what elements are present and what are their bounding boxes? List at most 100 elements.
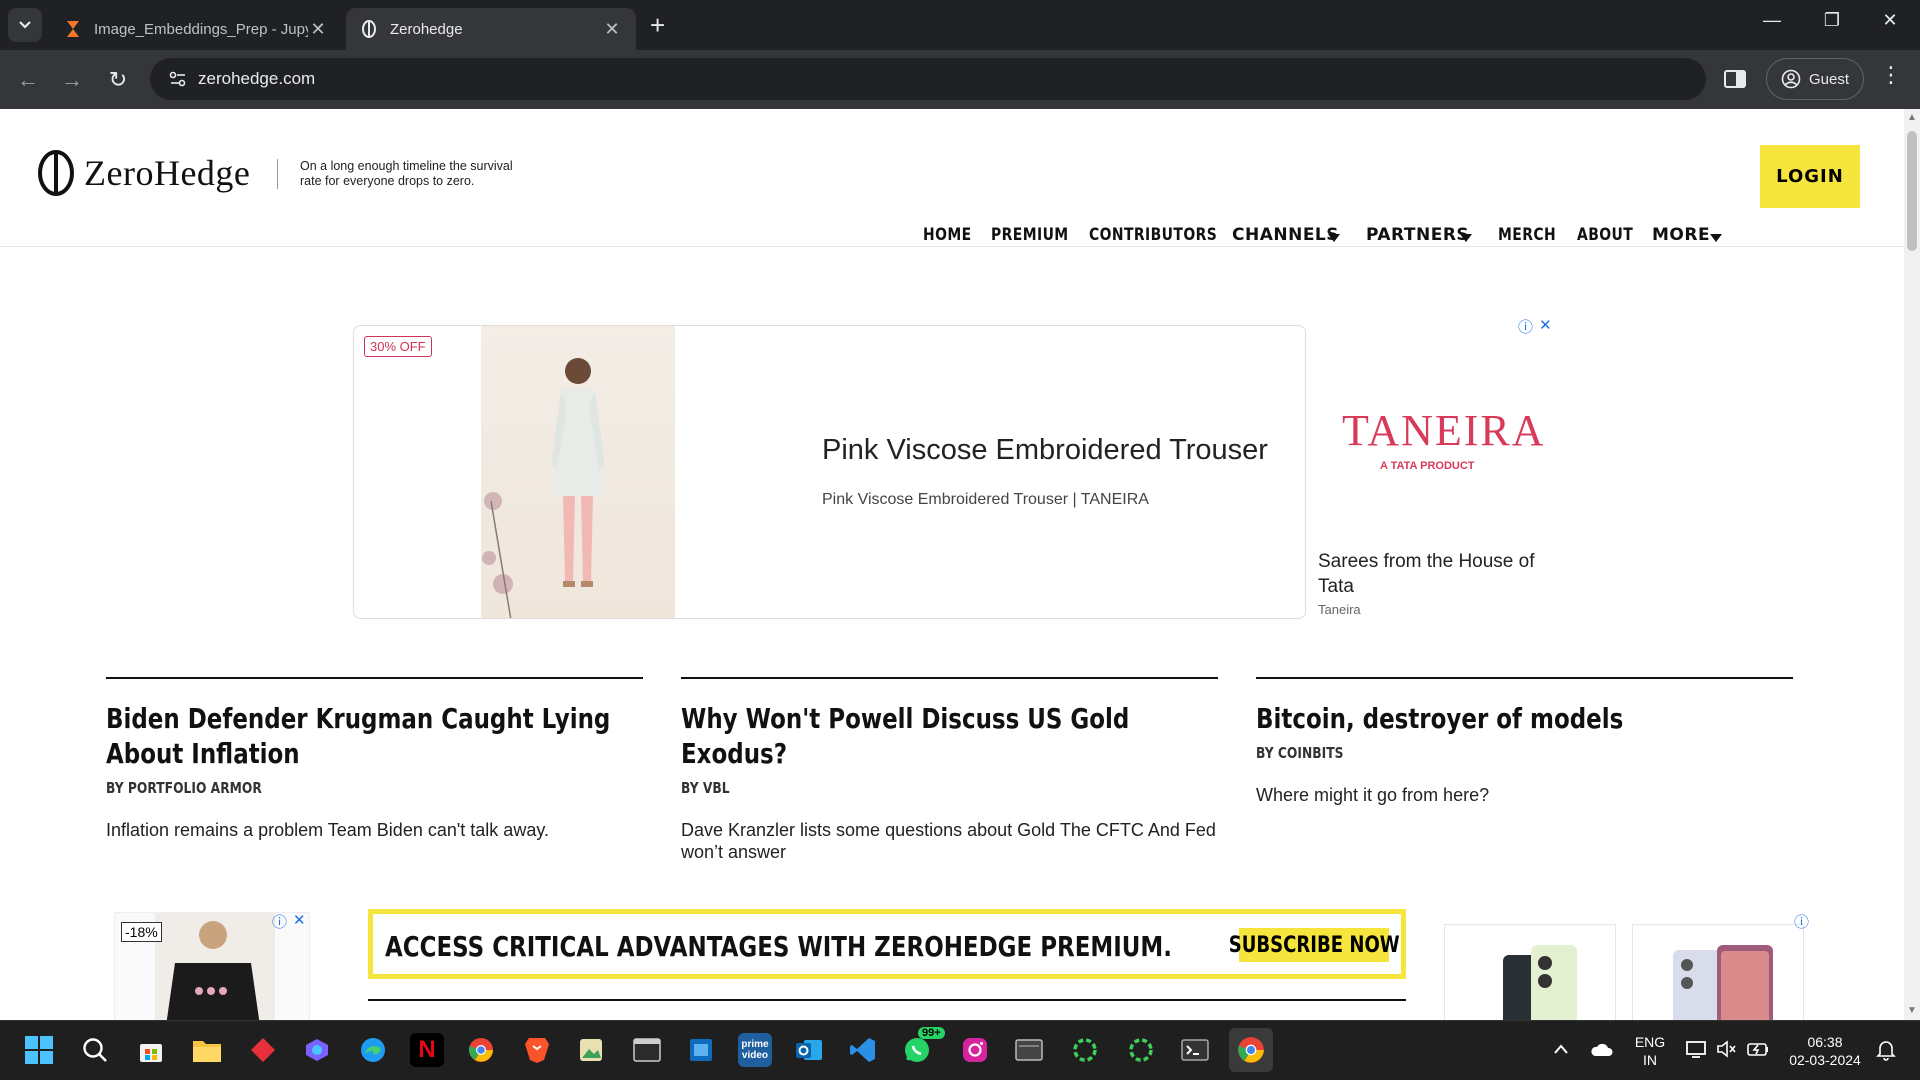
nav-channels-label: CHANNELS	[1232, 225, 1340, 245]
address-bar[interactable]: zerohedge.com	[150, 58, 1706, 100]
premium-promo-banner[interactable]: ACCESS CRITICAL ADVANTAGES WITH ZEROHEDG…	[368, 909, 1406, 979]
side-panel-icon[interactable]	[1722, 66, 1748, 92]
article-title[interactable]: Bitcoin, destroyer of models	[1256, 701, 1793, 736]
article-byline[interactable]: BY VBL	[681, 779, 1121, 797]
kebab-menu-icon[interactable]: ⋮	[1880, 62, 1902, 88]
page-scrollbar[interactable]: ▲ ▼	[1904, 109, 1920, 1020]
info-icon[interactable]: ⓘ	[1794, 911, 1809, 932]
blue-app-icon[interactable]	[684, 1033, 718, 1067]
back-arrow-icon[interactable]: ←	[10, 62, 46, 98]
terminal-icon[interactable]	[1178, 1033, 1212, 1067]
reload-icon[interactable]: ↻	[100, 62, 136, 98]
logo-text: ZeroHedge	[84, 153, 251, 193]
display-ad-banner[interactable]: 30% OFF Pink Viscose Embroidered Trouser…	[353, 325, 1306, 619]
tab-zerohedge[interactable]: Zerohedge ✕	[346, 8, 636, 50]
caret-down-icon	[1460, 234, 1472, 242]
window-app-icon[interactable]	[1012, 1033, 1046, 1067]
nav-partners[interactable]: PARTNERS	[1366, 225, 1472, 245]
ad-choices[interactable]: ⓘ	[1794, 911, 1809, 932]
scroll-up-icon[interactable]: ▲	[1907, 112, 1917, 123]
tab-title: Zerohedge	[390, 20, 463, 38]
file-explorer-icon[interactable]	[190, 1033, 224, 1067]
browser-toolbar: ← → ↻ zerohedge.com Guest ⋮	[0, 50, 1920, 109]
close-tab-icon[interactable]: ✕	[308, 19, 328, 40]
instagram-icon[interactable]	[958, 1033, 992, 1067]
site-tagline: On a long enough timeline the survival r…	[277, 159, 537, 189]
nav-home[interactable]: HOME	[923, 225, 972, 245]
whatsapp-icon[interactable]: 99+	[900, 1027, 945, 1067]
info-icon[interactable]: ⓘ	[272, 911, 287, 932]
ad-headline[interactable]: Pink Viscose Embroidered Trouser	[822, 434, 1268, 467]
tab-search-button[interactable]	[8, 8, 42, 42]
display-ad-phone[interactable]	[1444, 924, 1616, 1020]
article-title[interactable]: Biden Defender Krugman Caught Lying Abou…	[106, 701, 643, 771]
scroll-down-icon[interactable]: ▼	[1907, 1005, 1917, 1016]
edge-icon[interactable]	[356, 1033, 390, 1067]
display-ad-phone[interactable]	[1632, 924, 1804, 1020]
windows-start-icon[interactable]	[22, 1033, 56, 1067]
microsoft-store-icon[interactable]	[134, 1033, 168, 1067]
site-info-icon[interactable]	[158, 71, 198, 87]
close-tab-icon[interactable]: ✕	[602, 19, 622, 40]
subscribe-now-button[interactable]: SUBSCRIBE NOW	[1229, 928, 1399, 962]
clock-date: 02-03-2024	[1789, 1052, 1861, 1068]
article-card: Why Won't Powell Discuss US Gold Exodus?…	[681, 677, 1218, 863]
loading-circle-icon[interactable]	[1068, 1033, 1102, 1067]
forward-arrow-icon[interactable]: →	[54, 62, 90, 98]
chrome-active-icon[interactable]	[1229, 1028, 1273, 1072]
restore-icon[interactable]: ❐	[1812, 10, 1852, 31]
nav-merch[interactable]: MERCH	[1498, 225, 1556, 245]
article-teaser: Inflation remains a problem Team Biden c…	[106, 820, 549, 840]
close-window-icon[interactable]: ✕	[1870, 10, 1910, 31]
close-ad-icon[interactable]: ✕	[293, 911, 306, 932]
ad-choices[interactable]: ⓘ ✕	[272, 911, 306, 932]
volume-muted-icon[interactable]	[1716, 1039, 1738, 1064]
clock[interactable]: 06:38 02-03-2024	[1782, 1033, 1868, 1069]
nav-channels[interactable]: CHANNELS	[1232, 225, 1340, 245]
nav-about[interactable]: ABOUT	[1577, 225, 1633, 245]
vscode-icon[interactable]	[846, 1033, 880, 1067]
site-header: ZeroHedge On a long enough timeline the …	[0, 109, 1904, 247]
language-code: ENG	[1634, 1034, 1666, 1050]
copilot-icon[interactable]	[300, 1033, 334, 1067]
brave-icon[interactable]	[520, 1033, 554, 1067]
network-icon[interactable]	[1686, 1039, 1708, 1064]
ad-sidebar[interactable]: TANEIRA A TATA PRODUCT Sarees from the H…	[1318, 325, 1558, 619]
ad-brand-logo: TANEIRA	[1342, 406, 1546, 455]
nav-more[interactable]: MORE	[1652, 225, 1722, 245]
photos-app-icon[interactable]	[574, 1033, 608, 1067]
zerohedge-logo-icon	[38, 150, 74, 196]
profile-button[interactable]: Guest	[1766, 58, 1864, 100]
site-logo[interactable]: ZeroHedge	[36, 149, 250, 197]
ad-product-image	[1503, 945, 1577, 1020]
new-tab-button[interactable]: +	[650, 10, 665, 40]
chevron-up-icon[interactable]	[1552, 1039, 1570, 1060]
nav-contributors[interactable]: CONTRIBUTORS	[1089, 225, 1217, 245]
tab-jupyter[interactable]: Image_Embeddings_Prep - Jupy ✕	[50, 8, 342, 50]
outlook-icon[interactable]	[792, 1033, 826, 1067]
minimize-icon[interactable]: —	[1752, 10, 1792, 31]
prime-video-icon[interactable]: prime video	[738, 1033, 772, 1067]
onedrive-cloud-icon[interactable]	[1589, 1041, 1613, 1062]
search-icon[interactable]	[78, 1033, 112, 1067]
login-button[interactable]: LOGIN	[1760, 145, 1860, 208]
chevron-down-icon	[19, 21, 31, 29]
region-code: IN	[1643, 1052, 1657, 1068]
article-teaser: Dave Kranzler lists some questions about…	[681, 820, 1216, 862]
article-byline[interactable]: BY COINBITS	[1256, 744, 1696, 762]
profile-icon	[1781, 69, 1801, 89]
article-title[interactable]: Why Won't Powell Discuss US Gold Exodus?	[681, 701, 1218, 771]
terminal-window-icon[interactable]	[630, 1033, 664, 1067]
language-indicator[interactable]: ENG IN	[1630, 1033, 1670, 1069]
chrome-icon[interactable]	[464, 1033, 498, 1067]
loading-circle-icon[interactable]	[1124, 1033, 1158, 1067]
battery-charging-icon[interactable]	[1746, 1039, 1770, 1064]
nav-premium[interactable]: PREMIUM	[991, 225, 1069, 245]
red-app-icon[interactable]	[246, 1033, 280, 1067]
promo-message: ACCESS CRITICAL ADVANTAGES WITH ZEROHEDG…	[385, 930, 1172, 963]
article-byline[interactable]: BY PORTFOLIO ARMOR	[106, 779, 546, 797]
notification-bell-icon[interactable]	[1876, 1039, 1896, 1066]
netflix-icon[interactable]: N	[410, 1033, 444, 1067]
scrollbar-thumb[interactable]	[1907, 131, 1917, 251]
nav-more-label: MORE	[1652, 225, 1711, 245]
